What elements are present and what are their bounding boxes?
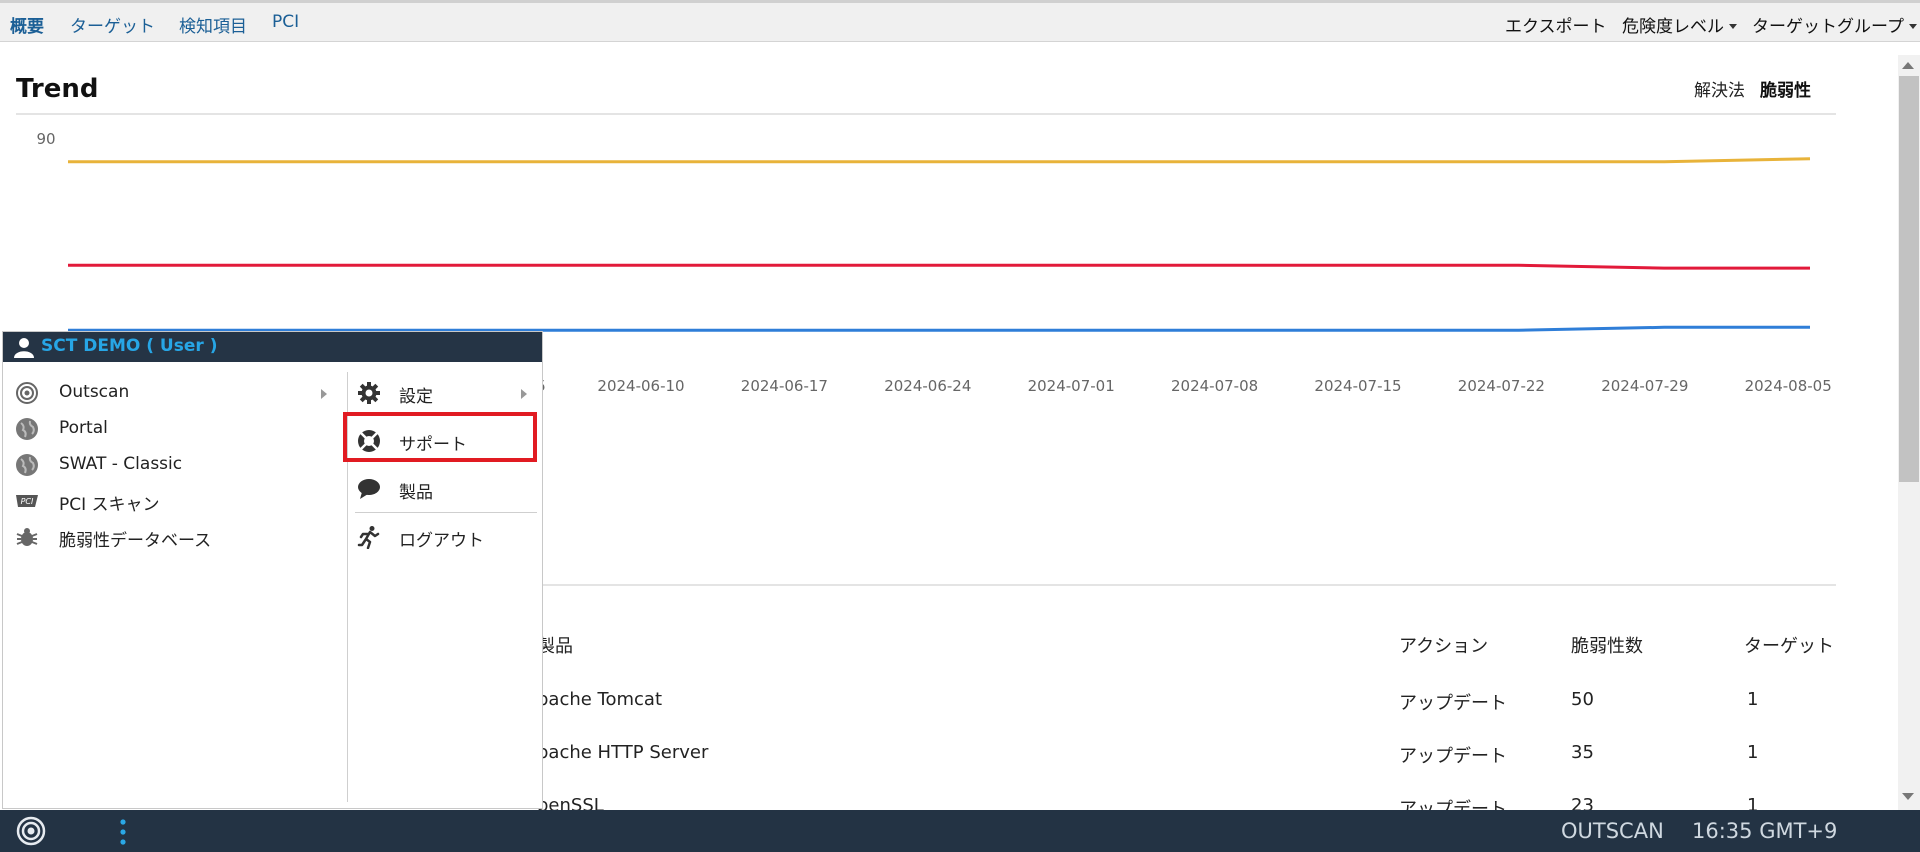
cell-target: 1 <box>1747 689 1759 710</box>
pci-icon: PCI <box>16 495 38 507</box>
cell-product: pache HTTP Server <box>537 742 709 763</box>
column-header-target[interactable]: ターゲット <box>1744 632 1834 658</box>
scroll-up-arrow-icon[interactable] <box>1902 62 1914 69</box>
series-line-1[interactable] <box>68 157 1811 164</box>
y-tick-label: 90 <box>36 130 55 148</box>
speech-bubble-icon <box>358 479 380 499</box>
divider <box>540 584 1836 586</box>
series-line-3[interactable] <box>68 325 1810 332</box>
app-menu-popup: SCT DEMO ( User ) Outscan Portal SWAT - … <box>2 331 543 809</box>
app-label: 脆弱性データベース <box>59 531 212 551</box>
menu-label: 製品 <box>399 483 433 503</box>
column-header-action[interactable]: アクション <box>1399 632 1488 658</box>
menu-label: 設定 <box>399 387 433 407</box>
menu-label: ログアウト <box>399 531 484 551</box>
bottom-taskbar: OUTSCAN 16:35 GMT+9 <box>0 810 1920 852</box>
clock: 16:35 GMT+9 <box>1692 819 1838 843</box>
x-tick-label: 2024-07-08 <box>1171 377 1258 395</box>
popup-header: SCT DEMO ( User ) <box>3 332 542 362</box>
cell-vuln-count: 50 <box>1571 689 1594 710</box>
runner-icon <box>357 526 380 549</box>
x-tick-label: 2024-07-15 <box>1314 377 1401 395</box>
bug-icon <box>16 528 38 546</box>
user-name: SCT DEMO ( User ) <box>41 336 218 356</box>
highlight-box <box>343 412 537 462</box>
submenu-arrow-icon <box>321 389 327 399</box>
globe-icon <box>16 454 38 476</box>
globe-icon <box>16 418 38 440</box>
x-tick-label: 2024-06-17 <box>741 377 828 395</box>
cell-product: pache Tomcat <box>537 689 663 710</box>
x-tick-label: 2024-06-24 <box>884 377 971 395</box>
x-tick-label: 2024-08-05 <box>1745 377 1832 395</box>
cell-action: アップデート <box>1399 693 1507 714</box>
column-header-vuln-count[interactable]: 脆弱性数 <box>1571 632 1643 658</box>
product-name: OUTSCAN <box>1561 819 1664 843</box>
x-tick-label: 2024-07-22 <box>1458 377 1545 395</box>
submenu-arrow-icon <box>521 389 527 399</box>
outscan-logo-icon[interactable] <box>16 816 46 846</box>
svg-text:PCI: PCI <box>21 497 34 506</box>
x-tick-label: 2024-07-01 <box>1028 377 1115 395</box>
user-icon <box>14 338 34 358</box>
app-label: Outscan <box>59 382 130 402</box>
scrollbar-thumb[interactable] <box>1899 76 1919 482</box>
series-line-2[interactable] <box>68 263 1810 270</box>
series-layer <box>68 157 1811 332</box>
cell-vuln-count: 35 <box>1571 742 1594 763</box>
target-icon <box>16 382 38 404</box>
gear-icon <box>358 382 380 404</box>
cell-action: アップデート <box>1399 746 1507 767</box>
app-label: SWAT - Classic <box>59 454 183 474</box>
scroll-down-arrow-icon[interactable] <box>1902 793 1914 800</box>
x-tick-label: 2024-07-29 <box>1601 377 1688 395</box>
app-label: Portal <box>59 418 108 438</box>
more-vertical-icon[interactable] <box>118 818 128 846</box>
cell-target: 1 <box>1747 742 1759 763</box>
menu-divider <box>355 512 537 513</box>
x-tick-label: 2024-06-10 <box>597 377 684 395</box>
x-axis-labels: 52024-06-102024-06-172024-06-242024-07-0… <box>536 377 1832 395</box>
app-label: PCI スキャン <box>59 495 160 515</box>
